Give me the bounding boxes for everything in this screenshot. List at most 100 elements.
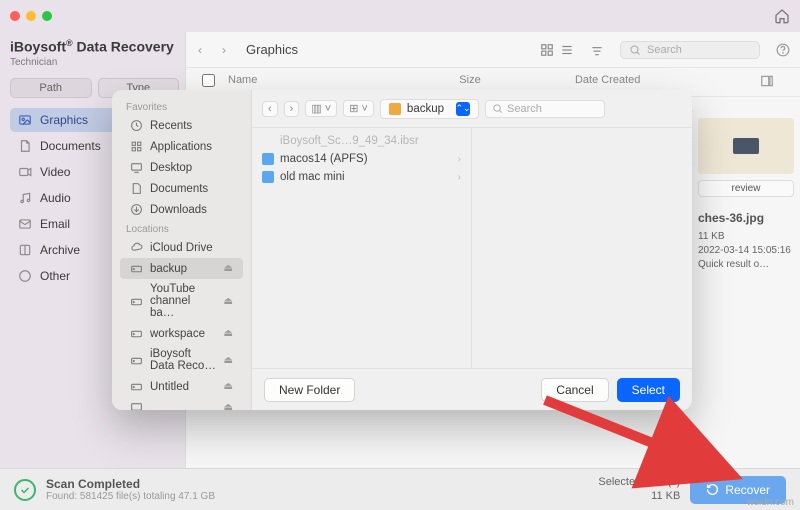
seg-path[interactable]: Path xyxy=(10,78,92,98)
preview-toggle-icon[interactable] xyxy=(760,74,784,90)
eject-icon[interactable]: ⏏ xyxy=(224,296,233,307)
detail-size: 11 KB xyxy=(698,231,794,242)
new-folder-button[interactable]: New Folder xyxy=(264,378,355,402)
column-item[interactable]: macos14 (APFS)› xyxy=(252,150,471,168)
eject-icon[interactable]: ⏏ xyxy=(224,355,233,366)
folder-icon xyxy=(262,153,274,165)
chevron-right-icon: › xyxy=(458,154,461,165)
close-window-button[interactable] xyxy=(10,11,20,21)
status-footer: Scan Completed Found: 581425 file(s) tot… xyxy=(0,468,800,510)
favorites-header: Favorites xyxy=(116,98,247,115)
finder-sidebar: Favorites Recents Applications Desktop Docu… xyxy=(112,90,252,410)
chevron-updown-icon: ⌃⌄ xyxy=(456,102,470,116)
select-button[interactable]: Select xyxy=(617,378,680,402)
selection-count: Selected 1 file(s) 11 KB xyxy=(598,476,680,502)
video-icon xyxy=(18,165,32,179)
minimize-window-button[interactable] xyxy=(26,11,36,21)
sidebar-item-label: Desktop xyxy=(150,162,192,174)
eject-icon[interactable]: ⏏ xyxy=(224,263,233,274)
zoom-window-button[interactable] xyxy=(42,11,52,21)
sidebar-item-label: Documents xyxy=(150,183,208,195)
col-name[interactable]: Name xyxy=(228,74,459,90)
detail-date: 2022-03-14 15:05:16 xyxy=(698,245,794,256)
sidebar-item-label: iBoysoft Data Reco… xyxy=(150,348,217,372)
drive-icon xyxy=(130,262,143,275)
eject-icon[interactable]: ⏏ xyxy=(224,381,233,392)
view-mode-icons[interactable] xyxy=(540,43,574,57)
scan-status-sub: Found: 581425 file(s) totaling 47.1 GB xyxy=(46,491,215,502)
email-icon xyxy=(18,217,32,231)
eject-icon[interactable]: ⏏ xyxy=(224,402,233,410)
home-icon[interactable] xyxy=(774,8,790,24)
chevron-right-icon: › xyxy=(458,172,461,183)
select-all-checkbox[interactable] xyxy=(202,74,215,87)
category-label: Video xyxy=(40,165,70,179)
finder-back-button[interactable]: ‹ xyxy=(262,101,278,117)
clock-icon xyxy=(130,119,143,132)
folder-icon xyxy=(389,103,401,115)
sidebar-item-applications[interactable]: Applications xyxy=(120,136,243,157)
finder-column-view: iBoysoft_Sc…9_49_34.ibsrmacos14 (APFS)›o… xyxy=(252,128,692,368)
finder-location-popup[interactable]: backup ⌃⌄ xyxy=(380,99,479,119)
sidebar-item-label: iCloud Drive xyxy=(150,242,213,254)
sidebar-item-label: workspace xyxy=(150,328,205,340)
doc-icon xyxy=(130,182,143,195)
screen-icon xyxy=(130,401,143,410)
item-label: old mac mini xyxy=(280,171,345,183)
sidebar-item-label: Applications xyxy=(150,141,212,153)
category-label: Documents xyxy=(40,139,101,153)
finder-view-columns-button[interactable]: ▥ ˅ xyxy=(305,100,337,117)
finder-group-button[interactable]: ⊞ ˅ xyxy=(343,100,374,117)
category-label: Email xyxy=(40,217,70,231)
folder-picker-dialog: Favorites Recents Applications Desktop Docu… xyxy=(112,90,692,410)
preview-thumbnail xyxy=(698,118,794,174)
drive-icon xyxy=(130,295,143,308)
sidebar-item-label: Downloads xyxy=(150,204,207,216)
locations-header: Locations xyxy=(116,220,247,237)
sidebar-item-desktop[interactable]: Desktop xyxy=(120,157,243,178)
drive-icon xyxy=(130,327,143,340)
sidebar-item-recents[interactable]: Recents xyxy=(120,115,243,136)
finder-toolbar: ‹ › ▥ ˅ ⊞ ˅ backup ⌃⌄ Search xyxy=(252,90,692,128)
sidebar-item-downloads[interactable]: Downloads xyxy=(120,199,243,220)
app-brand: iBoysoft® Data Recovery xyxy=(10,38,179,55)
graphics-icon xyxy=(18,113,32,127)
col-size[interactable]: Size xyxy=(459,74,575,90)
sidebar-item-blank[interactable]: ⏏ xyxy=(120,397,243,410)
sidebar-item-label: Recents xyxy=(150,120,192,132)
column-item[interactable]: old mac mini › xyxy=(252,168,471,186)
finder-bottom-bar: New Folder Cancel Select xyxy=(252,368,692,410)
apps-icon xyxy=(130,140,143,153)
cloud-icon xyxy=(130,241,143,254)
search-field[interactable]: Search xyxy=(620,41,760,59)
sidebar-item-workspace[interactable]: workspace ⏏ xyxy=(120,323,243,344)
finder-forward-button[interactable]: › xyxy=(284,101,300,117)
sidebar-item-untitled[interactable]: Untitled⏏ xyxy=(120,376,243,397)
eject-icon[interactable]: ⏏ xyxy=(224,328,233,339)
preview-button[interactable]: review xyxy=(698,180,794,197)
finder-search-field[interactable]: Search xyxy=(485,100,605,118)
sidebar-item-iboysoft-data-reco-[interactable]: iBoysoft Data Reco… ⏏ xyxy=(120,344,243,376)
filter-icon[interactable] xyxy=(590,43,604,57)
cancel-button[interactable]: Cancel xyxy=(541,378,608,402)
window-titlebar xyxy=(0,0,800,32)
sidebar-item-backup[interactable]: backup ⏏ xyxy=(120,258,243,279)
category-label: Other xyxy=(40,269,70,283)
sidebar-item-youtube-channel-ba-[interactable]: YouTube channel ba…⏏ xyxy=(120,279,243,323)
sidebar-item-icloud-drive[interactable]: iCloud Drive xyxy=(120,237,243,258)
category-label: Archive xyxy=(40,243,80,257)
folder-icon xyxy=(262,171,274,183)
col-date[interactable]: Date Created xyxy=(575,74,760,90)
status-ok-icon xyxy=(14,479,36,501)
detail-note: Quick result o… xyxy=(698,259,794,270)
column-item: iBoysoft_Sc…9_49_34.ibsr xyxy=(252,132,471,150)
nav-back-button[interactable]: ‹ xyxy=(196,43,204,57)
down-icon xyxy=(130,203,143,216)
help-icon[interactable] xyxy=(776,43,790,57)
nav-forward-button[interactable]: › xyxy=(220,43,228,57)
category-label: Audio xyxy=(40,191,71,205)
other-icon xyxy=(18,269,32,283)
sidebar-item-label: backup xyxy=(150,263,187,275)
sidebar-item-documents[interactable]: Documents xyxy=(120,178,243,199)
app-tier-label: Technician xyxy=(10,57,179,68)
